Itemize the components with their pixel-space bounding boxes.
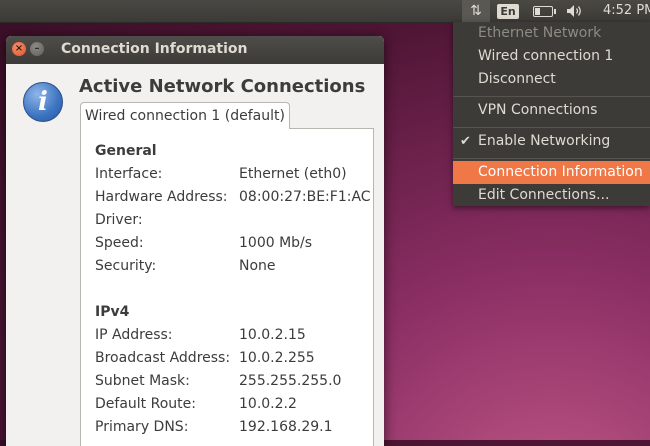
detail-row: Speed: 1000 Mb/s: [95, 235, 375, 251]
detail-label: Speed:: [95, 235, 144, 251]
window-titlebar[interactable]: × – Connection Information: [6, 36, 384, 64]
detail-row: Interface: Ethernet (eth0): [95, 166, 375, 182]
volume-icon: [567, 5, 581, 17]
keyboard-layout-label: En: [497, 3, 519, 19]
detail-row: Hardware Address: 08:00:27:BE:F1:AC: [95, 189, 375, 205]
menu-item-enable-networking[interactable]: ✔ Enable Networking: [453, 130, 650, 153]
detail-row: Broadcast Address: 10.0.2.255: [95, 350, 375, 366]
info-icon: i: [23, 82, 63, 122]
detail-label: Subnet Mask:: [95, 373, 190, 389]
network-menu: Ethernet Network Wired connection 1 Disc…: [453, 22, 650, 206]
checkmark-icon: ✔: [460, 134, 471, 149]
battery-indicator[interactable]: [529, 0, 557, 22]
menu-item-connection-information[interactable]: Connection Information: [453, 161, 650, 184]
menu-separator: [453, 96, 650, 97]
detail-value: 10.0.2.255: [239, 350, 315, 366]
volume-indicator[interactable]: [563, 0, 587, 22]
menu-item-vpn-connections[interactable]: VPN Connections: [453, 99, 650, 122]
window-title: Connection Information: [61, 41, 248, 57]
detail-row: Driver:: [95, 212, 375, 228]
menu-separator: [453, 127, 650, 128]
menu-item-wired-connection[interactable]: Wired connection 1: [453, 45, 650, 68]
keyboard-layout-indicator[interactable]: En: [497, 0, 519, 22]
detail-value: 10.0.2.15: [239, 327, 306, 343]
network-indicator[interactable]: ⇅: [462, 0, 490, 22]
detail-value: 10.0.2.2: [239, 396, 297, 412]
detail-value: 1000 Mb/s: [239, 235, 313, 251]
detail-value: None: [239, 258, 276, 274]
detail-row: Subnet Mask: 255.255.255.0: [95, 373, 375, 389]
close-icon[interactable]: ×: [12, 42, 26, 56]
detail-row: IP Address: 10.0.2.15: [95, 327, 375, 343]
detail-label: Security:: [95, 258, 157, 274]
detail-label: Interface:: [95, 166, 163, 182]
section-title-general: General: [95, 143, 157, 159]
detail-row: Security: None: [95, 258, 375, 274]
menu-item-ethernet-network: Ethernet Network: [478, 25, 602, 41]
detail-value: 255.255.255.0: [239, 373, 342, 389]
menu-item-disconnect[interactable]: Disconnect: [453, 68, 650, 91]
minimize-icon[interactable]: –: [30, 42, 44, 56]
detail-value: 08:00:27:BE:F1:AC: [239, 189, 371, 205]
connection-info-window: × – Connection Information i Active Netw…: [6, 36, 384, 446]
menu-item-label: Enable Networking: [478, 133, 611, 149]
detail-value: 192.168.29.1: [239, 419, 333, 435]
connection-details-panel: General Interface: Ethernet (eth0) Hardw…: [80, 128, 374, 446]
detail-label: Hardware Address:: [95, 189, 228, 205]
detail-label: Primary DNS:: [95, 419, 189, 435]
detail-label: IP Address:: [95, 327, 173, 343]
detail-label: Driver:: [95, 212, 143, 228]
section-title-ipv4: IPv4: [95, 304, 130, 320]
battery-icon: [533, 5, 556, 17]
network-updown-icon: ⇅: [470, 3, 482, 19]
detail-row: Primary DNS: 192.168.29.1: [95, 419, 375, 435]
detail-value: Ethernet (eth0): [239, 166, 347, 182]
top-panel: ⇅ En 4:52 PM: [0, 0, 650, 23]
detail-row: Default Route: 10.0.2.2: [95, 396, 375, 412]
detail-label: Broadcast Address:: [95, 350, 231, 366]
detail-label: Default Route:: [95, 396, 196, 412]
menu-item-edit-connections[interactable]: Edit Connections...: [453, 184, 650, 207]
menu-separator: [453, 158, 650, 159]
page-title: Active Network Connections: [79, 76, 366, 97]
clock[interactable]: 4:52 PM: [603, 3, 650, 18]
tab-wired-connection[interactable]: Wired connection 1 (default): [80, 102, 290, 129]
